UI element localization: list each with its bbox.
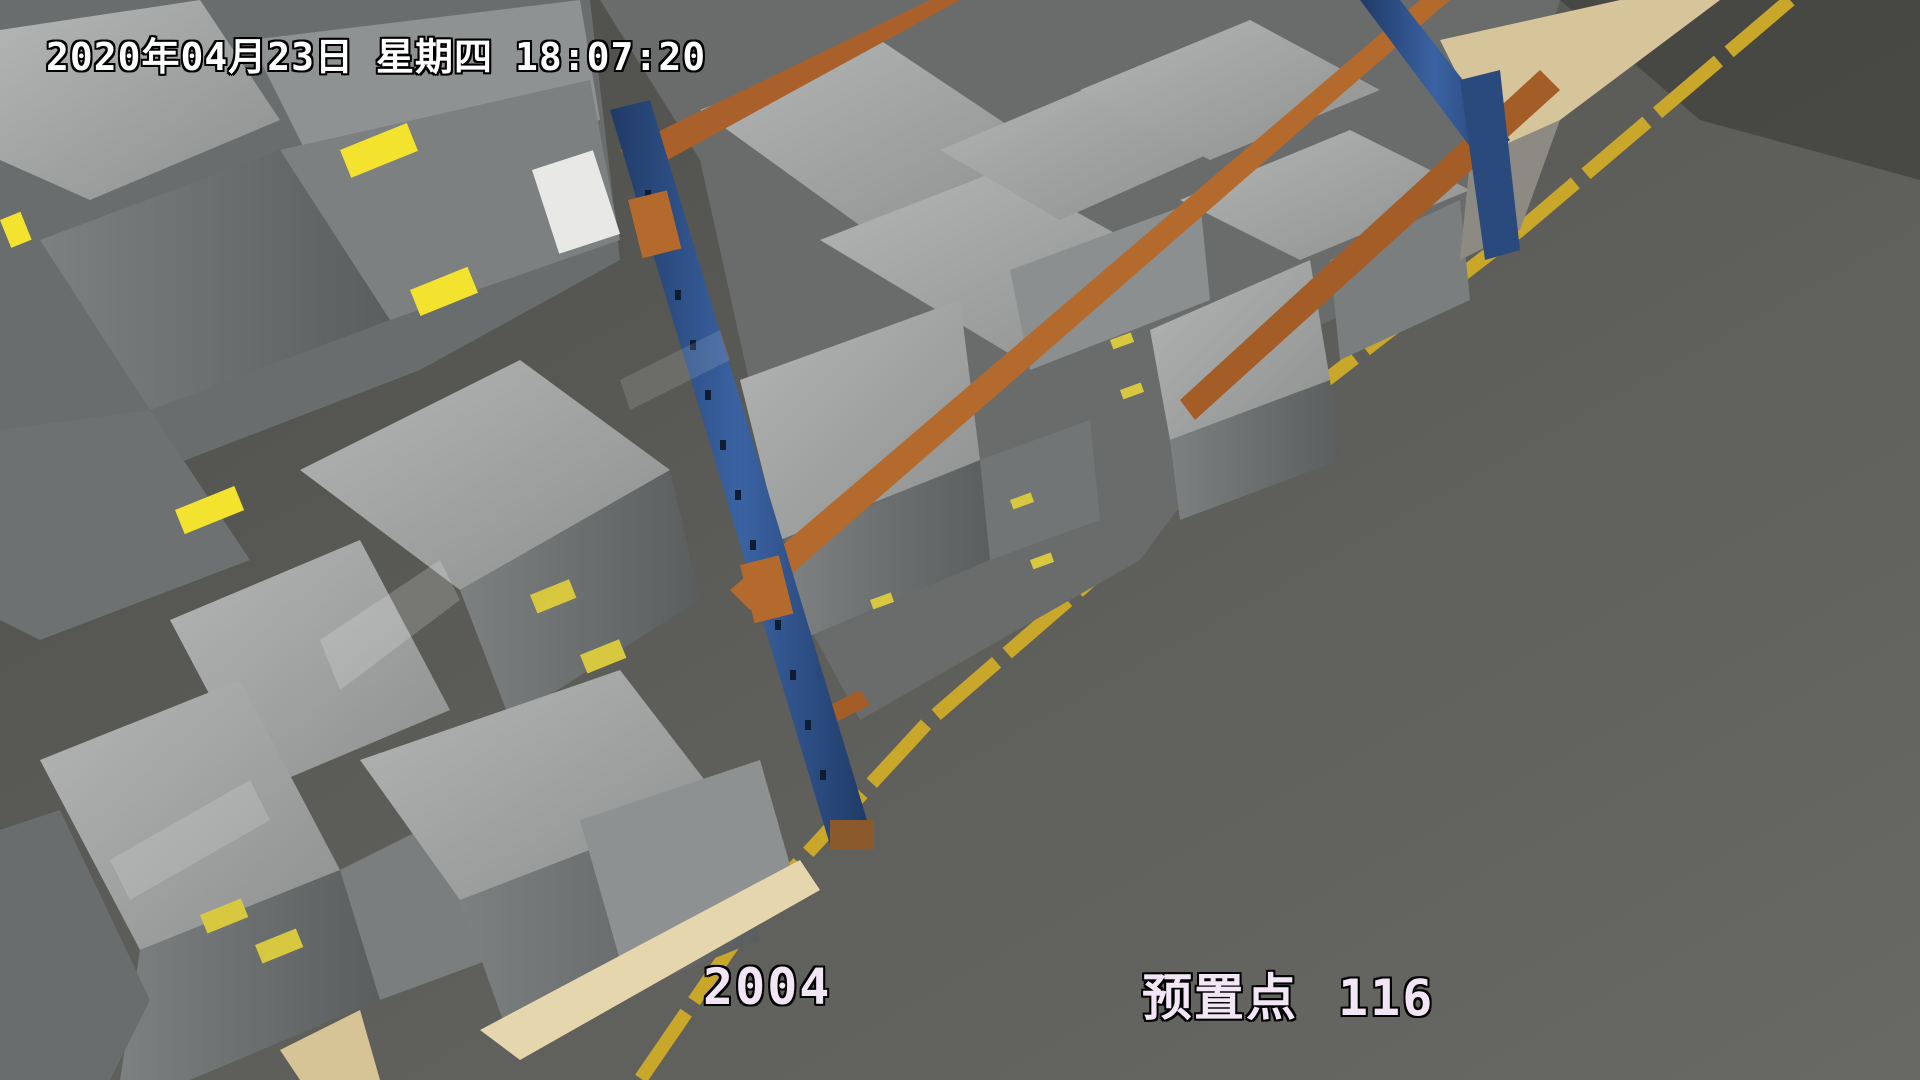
osd-preset: 预置点 116 [1142, 958, 1434, 1030]
osd-camera-id: 2004 [703, 958, 832, 1016]
osd-timestamp: 2020年04月23日 星期四 18:07:20 [46, 26, 728, 81]
osd-weekday: 星期四 [376, 35, 494, 79]
osd-date: 2020年04月23日 [46, 35, 355, 79]
cctv-frame: 2020年04月23日 星期四 18:07:20 2004 预置点 116 [0, 0, 1920, 1080]
osd-time: 18:07:20 [515, 35, 707, 79]
osd-preset-label: 预置点 [1142, 969, 1298, 1027]
warehouse-scene [0, 0, 1920, 1080]
osd-preset-number: 116 [1338, 969, 1435, 1027]
